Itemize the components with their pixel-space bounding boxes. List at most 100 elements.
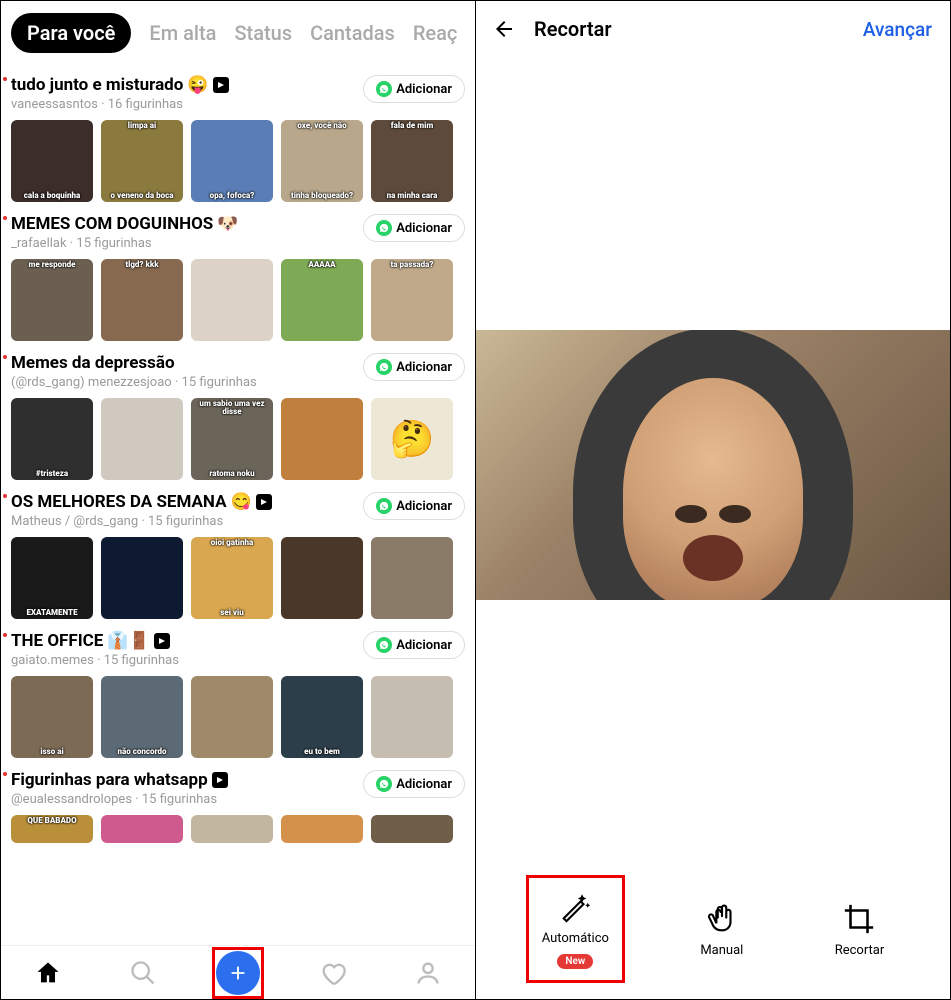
tab-para-voce[interactable]: Para você [11,13,131,53]
crop-icon [841,901,877,937]
play-icon [212,772,228,788]
sticker-caption-top: tlgd? kkk [101,260,183,270]
sticker-pack: THE OFFICE👔🚪 gaiato.memes · 15 figurinhas… [11,631,465,758]
sticker-pack: Figurinhas para whatsapp@eualessandrolop… [11,770,465,843]
sticker-caption-top: AAAAA [281,260,363,270]
tab-em-alta[interactable]: Em alta [149,21,216,45]
tool-crop[interactable]: Recortar [825,891,895,968]
sticker-caption-top: me responde [11,260,93,270]
sticker-thumbnail[interactable]: um sabio uma vez disse ratoma noku [191,398,273,480]
sticker-thumbnail[interactable]: #tristeza [11,398,93,480]
whatsapp-icon [376,776,392,792]
sticker-thumbnail[interactable]: cala a boquinha [11,120,93,202]
sticker-thumbnail[interactable] [101,398,183,480]
category-tabs: Para você Em alta Status Cantadas Reaç [1,1,475,63]
crop-image[interactable] [476,330,950,600]
sticker-caption-bottom: não concordo [101,747,183,757]
tool-manual[interactable]: Manual [690,891,753,968]
sticker-caption-top: oioi gatinha [191,538,273,548]
sticker-caption-bottom: tinha bloqueado? [281,191,363,201]
play-icon [213,77,229,93]
sticker-caption-bottom: o veneno da boca [101,191,183,201]
play-icon [256,494,272,510]
sticker-thumbnail[interactable]: QUE BABADO [11,815,93,843]
sticker-thumbnail[interactable]: opa, fofoca? [191,120,273,202]
crop-header: Recortar Avançar [476,1,950,51]
sticker-thumbnail[interactable] [281,815,363,843]
sticker-thumbnail[interactable] [101,537,183,619]
sticker-packs-list: tudo junto e misturado😜 vaneessasntos · 1… [1,63,475,945]
sticker-caption-bottom: sei viu [191,608,273,618]
sticker-caption-bottom: eu to bem [281,747,363,757]
pack-title[interactable]: Memes da depressão [11,353,363,373]
sticker-row: me responde tlgd? kkk AAAAA ta passada? [11,259,465,341]
sticker-thumbnail[interactable]: oioi gatinha sei viu [191,537,273,619]
sticker-thumbnail[interactable]: eu to bem [281,676,363,758]
sticker-thumbnail[interactable]: EXATAMENTE [11,537,93,619]
bottom-nav [1,945,475,999]
sticker-thumbnail[interactable] [371,537,453,619]
sticker-thumbnail[interactable]: me responde [11,259,93,341]
sticker-row: isso ai não concordo eu to bem [11,676,465,758]
wand-icon [557,889,593,925]
nav-search[interactable] [121,951,165,995]
tab-cantadas[interactable]: Cantadas [310,21,395,45]
whatsapp-icon [376,359,392,375]
sticker-thumbnail[interactable] [281,398,363,480]
add-button[interactable]: Adicionar [363,631,465,659]
add-button[interactable]: Adicionar [363,214,465,242]
sticker-thumbnail[interactable] [281,537,363,619]
nav-home[interactable] [26,951,70,995]
sticker-pack: MEMES COM DOGUINHOS🐶_rafaellak · 15 figu… [11,214,465,341]
sticker-thumbnail[interactable]: ta passada? [371,259,453,341]
add-button[interactable]: Adicionar [363,770,465,798]
add-button[interactable]: Adicionar [363,353,465,381]
pack-title[interactable]: THE OFFICE👔🚪 [11,631,363,651]
nav-create[interactable] [216,951,260,995]
nav-favorites[interactable] [311,951,355,995]
sticker-row: QUE BABADO [11,815,465,843]
pack-subtitle: vaneessasntos · 16 figurinhas [11,97,363,112]
sticker-thumbnail[interactable] [101,815,183,843]
sticker-browse-panel: Para você Em alta Status Cantadas Reaç t… [1,1,476,999]
next-button[interactable]: Avançar [863,18,932,41]
back-button[interactable] [492,17,516,41]
tab-reac[interactable]: Reaç [413,21,458,45]
sticker-caption-top: fala de mim [371,121,453,131]
sticker-thumbnail[interactable]: não concordo [101,676,183,758]
crop-panel: Recortar Avançar Automático New Manual [476,1,950,999]
sticker-pack: Memes da depressão (@rds_gang) menezzesjo… [11,353,465,480]
pack-title[interactable]: Figurinhas para whatsapp [11,770,363,790]
pack-title[interactable]: tudo junto e misturado😜 [11,75,363,95]
add-button[interactable]: Adicionar [363,492,465,520]
sticker-thumbnail[interactable]: limpa aio veneno da boca [101,120,183,202]
sticker-caption-top: ta passada? [371,260,453,270]
sticker-thumbnail[interactable]: isso ai [11,676,93,758]
sticker-thumbnail[interactable]: fala de mimna minha cara [371,120,453,202]
sticker-thumbnail[interactable] [191,815,273,843]
sticker-thumbnail[interactable]: oxe, você não tinha bloqueado? [281,120,363,202]
pack-subtitle: (@rds_gang) menezzesjoao · 15 figurinhas [11,375,363,390]
tab-status[interactable]: Status [234,21,292,45]
pack-title[interactable]: OS MELHORES DA SEMANA😋 [11,492,363,512]
sticker-caption-top: oxe, você não [281,121,363,131]
pack-subtitle: gaiato.memes · 15 figurinhas [11,653,363,668]
sticker-thumbnail[interactable]: tlgd? kkk [101,259,183,341]
sticker-thumbnail[interactable]: 🤔 [371,398,453,480]
sticker-caption-bottom: ratoma noku [191,469,273,479]
pack-title[interactable]: MEMES COM DOGUINHOS🐶 [11,214,363,234]
pack-subtitle: Matheus / @rds_gang · 15 figurinhas [11,514,363,529]
sticker-thumbnail[interactable] [371,676,453,758]
sticker-thumbnail[interactable] [371,815,453,843]
tool-automatic[interactable]: Automático New [532,879,619,979]
sticker-thumbnail[interactable] [191,676,273,758]
sticker-caption-top: um sabio uma vez disse [191,399,273,417]
nav-profile[interactable] [406,951,450,995]
whatsapp-icon [376,81,392,97]
play-icon [154,633,170,649]
add-button[interactable]: Adicionar [363,75,465,103]
tool-crop-label: Recortar [835,943,885,958]
sticker-thumbnail[interactable] [191,259,273,341]
sticker-thumbnail[interactable]: AAAAA [281,259,363,341]
sticker-caption-bottom: #tristeza [11,469,93,479]
